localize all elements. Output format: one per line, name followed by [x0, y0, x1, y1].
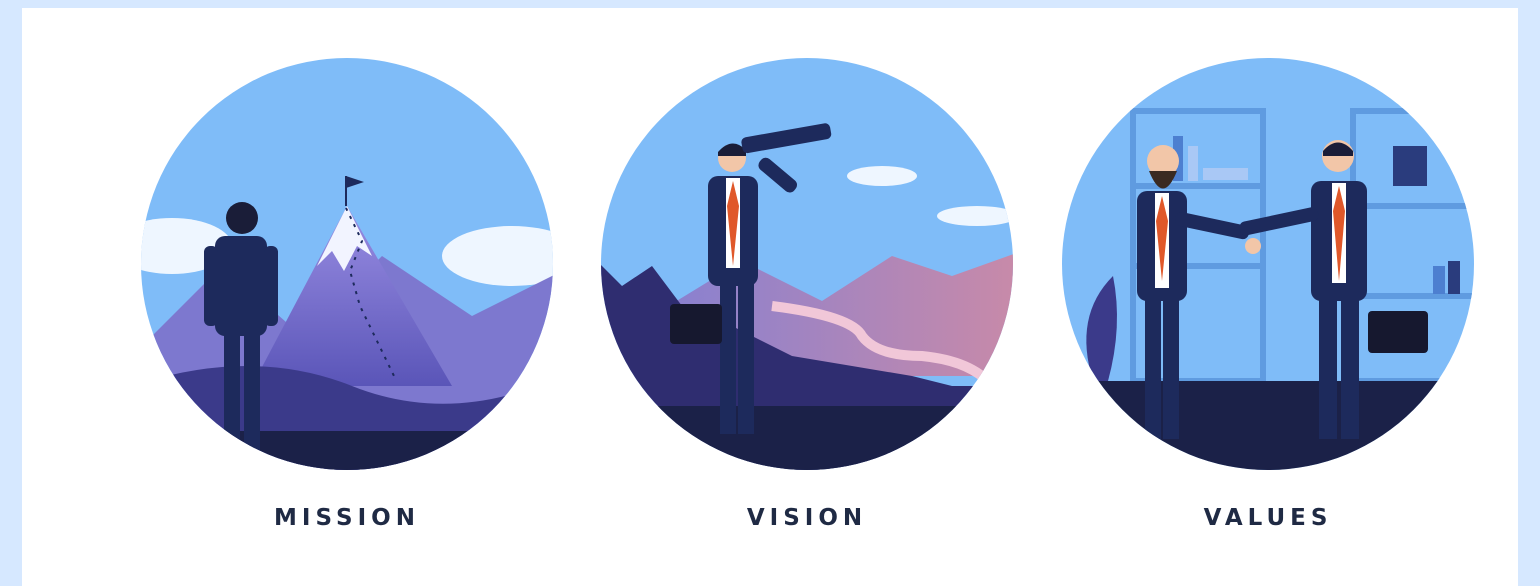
vision-caption: VISION — [746, 505, 868, 531]
vision-illustration — [601, 58, 1013, 470]
mission-panel: MISSION — [132, 8, 562, 586]
values-caption: VALUES — [1203, 505, 1333, 531]
values-panel: VALUES — [1053, 8, 1483, 586]
vision-panel: VISION — [592, 8, 1022, 586]
mission-caption: MISSION — [274, 505, 420, 531]
mission-illustration — [141, 58, 553, 470]
values-illustration — [1062, 58, 1474, 470]
illustration-frame: MISSION VISION VALUES — [22, 8, 1518, 586]
